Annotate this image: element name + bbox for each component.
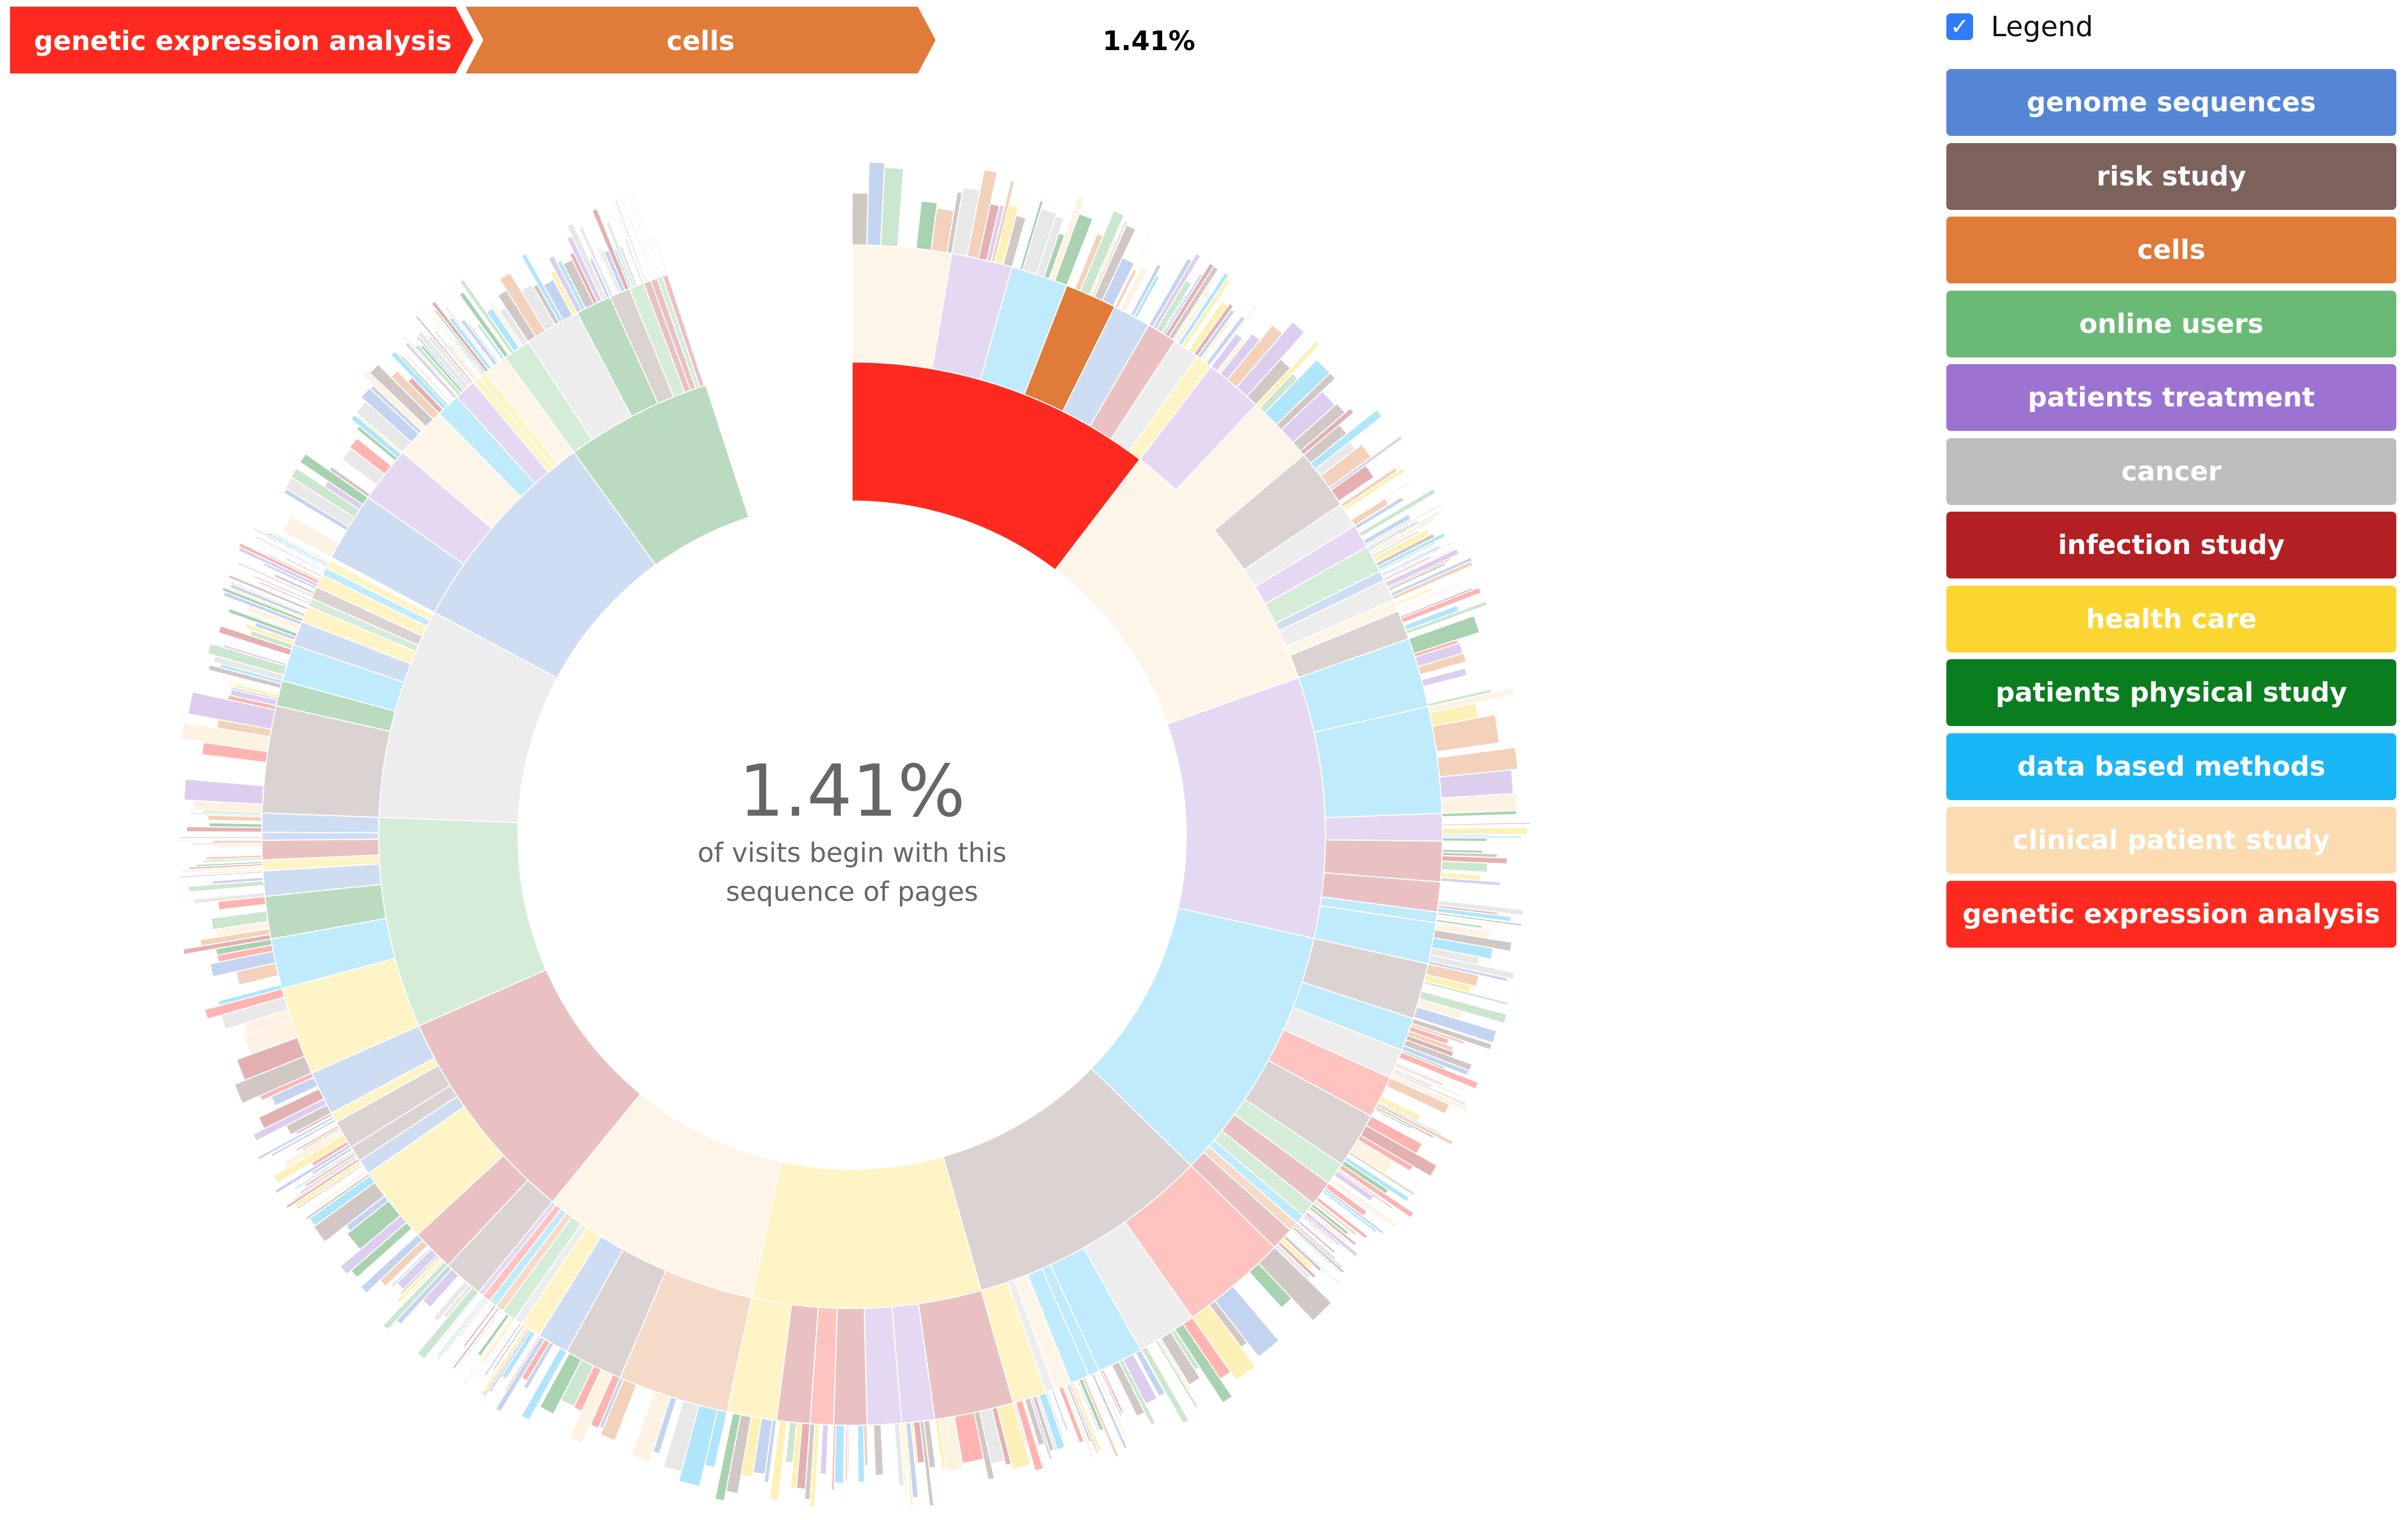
sunburst-segment-patients-treatment[interactable]	[1166, 676, 1326, 939]
legend-item-label: patients treatment	[2028, 382, 2315, 413]
legend-item-label: genetic expression analysis	[1962, 898, 2381, 930]
legend-item-label: cancer	[2121, 455, 2221, 487]
legend-item-genome-sequences[interactable]: genome sequences	[1946, 69, 2396, 136]
sunburst-segment-health-care[interactable]	[751, 1155, 982, 1309]
legend-item-health-care[interactable]: health care	[1946, 585, 2396, 653]
legend-item-label: patients physical study	[1995, 677, 2347, 708]
sunburst-segment-infection-study[interactable]	[833, 1307, 868, 1426]
legend-item-cells[interactable]: cells	[1946, 217, 2396, 283]
legend-item-clinical-patient-study[interactable]: clinical patient study	[1946, 807, 2396, 874]
sunburst-segment-infection-study[interactable]	[220, 821, 263, 825]
legend-item-infection-study[interactable]: infection study	[1946, 512, 2396, 578]
legend-item-label: online users	[2079, 308, 2264, 340]
breadcrumb: genetic expression analysis cells 1.41%	[10, 7, 1196, 73]
legend-item-patients-physical-study[interactable]: patients physical study	[1946, 659, 2396, 726]
sunburst-segment-risk-study[interactable]	[873, 1424, 884, 1476]
legend-item-patients-treatment[interactable]: patients treatment	[1946, 364, 2396, 431]
sunburst-segment-risk-study[interactable]	[851, 192, 869, 246]
legend-checkbox[interactable]: ✓	[1946, 13, 1973, 40]
sunburst-segment-patients-treatment[interactable]	[183, 778, 265, 805]
breadcrumb-step-genetic-expression-analysis[interactable]: genetic expression analysis	[10, 7, 473, 73]
legend-toggle[interactable]: ✓ Legend	[1946, 10, 2093, 43]
sunburst-segment-patients-treatment[interactable]	[1324, 812, 1443, 842]
breadcrumb-percentage: 1.41%	[1103, 26, 1196, 57]
legend-item-genetic-expression-analysis[interactable]: genetic expression analysis	[1946, 880, 2396, 948]
legend-item-label: health care	[2086, 603, 2257, 635]
sunburst-segment-genome-sequences[interactable]	[261, 831, 380, 841]
legend-item-cancer[interactable]: cancer	[1946, 438, 2396, 505]
legend-item-label: cells	[2137, 234, 2206, 266]
legend-item-label: risk study	[2096, 160, 2247, 192]
sunburst-rings	[174, 161, 1531, 1509]
legend-item-data-based-methods[interactable]: data based methods	[1946, 733, 2396, 800]
sunburst-segment-genetic-expression-analysis[interactable]	[845, 1424, 849, 1482]
legend-item-label: genome sequences	[2027, 87, 2316, 118]
center-percentage: 1.41%	[739, 750, 966, 833]
breadcrumb-step-label: cells	[667, 26, 735, 57]
sunburst-chart: 1.41% of visits begin with this sequence…	[174, 161, 1531, 1509]
sunburst-segment-patients-physical-study[interactable]	[1441, 837, 1488, 842]
legend-item-online-users[interactable]: online users	[1946, 290, 2396, 357]
center-caption-line2: sequence of pages	[726, 876, 978, 908]
sunburst-segment-data-based-methods[interactable]	[856, 1424, 865, 1483]
legend-item-label: clinical patient study	[2013, 825, 2330, 856]
sunburst-segment-patients-treatment[interactable]	[819, 1424, 829, 1475]
legend: genome sequences risk study cells online us…	[1946, 69, 2396, 954]
legend-item-label: data based methods	[2017, 751, 2326, 782]
breadcrumb-step-label: genetic expression analysis	[34, 26, 452, 57]
breadcrumb-step-cells[interactable]: cells	[466, 7, 936, 73]
legend-item-label: infection study	[2058, 529, 2285, 561]
sunburst-segment-genetic-expression-analysis[interactable]	[1441, 821, 1531, 826]
legend-toggle-label: Legend	[1991, 11, 2093, 43]
sunburst-segment-online-users[interactable]	[1441, 860, 1489, 873]
center-caption-line1: of visits begin with this	[698, 837, 1007, 869]
sunburst-segment-online-users[interactable]	[880, 166, 904, 248]
legend-item-risk-study[interactable]: risk study	[1946, 143, 2396, 210]
sunburst-segment-health-care[interactable]	[1441, 827, 1528, 835]
